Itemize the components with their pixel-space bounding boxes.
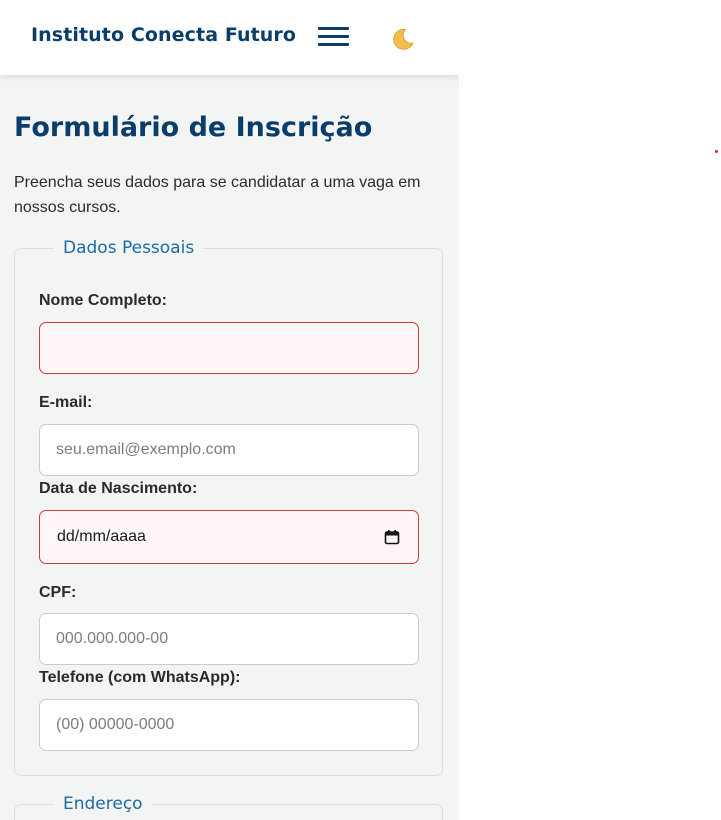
address-legend: Endereço [63, 794, 143, 814]
crescent-moon-icon[interactable] [390, 26, 416, 52]
address-fieldset: Endereço [14, 794, 443, 820]
cpf-input[interactable] [39, 613, 419, 665]
full-name-label: Nome Completo: [39, 292, 167, 309]
email-label: E-mail: [39, 394, 93, 411]
email-input[interactable] [39, 424, 419, 476]
page: Instituto Conecta Futuro Formulário de I… [0, 0, 721, 820]
calendar-icon[interactable] [384, 529, 400, 545]
stray-dot [715, 150, 718, 153]
personal-data-legend: Dados Pessoais [63, 238, 195, 258]
phone-input[interactable] [39, 699, 419, 751]
page-title: Formulário de Inscrição [14, 112, 373, 143]
form-intro: Preencha seus dados para se candidatar a… [14, 174, 421, 216]
site-header: Instituto Conecta Futuro [0, 0, 459, 75]
phone-label: Telefone (com WhatsApp): [39, 669, 241, 686]
personal-data-fieldset: Dados Pessoais [14, 238, 443, 776]
birth-date-label: Data de Nascimento: [39, 480, 198, 497]
birth-date-input[interactable]: dd/mm/aaaa [39, 510, 419, 564]
full-name-input[interactable] [39, 322, 419, 374]
hamburger-menu-icon[interactable] [318, 25, 350, 49]
site-brand[interactable]: Instituto Conecta Futuro [31, 24, 296, 46]
cpf-label: CPF: [39, 584, 77, 601]
birth-date-value: dd/mm/aaaa [57, 528, 146, 545]
mobile-viewport: Instituto Conecta Futuro Formulário de I… [0, 0, 459, 820]
